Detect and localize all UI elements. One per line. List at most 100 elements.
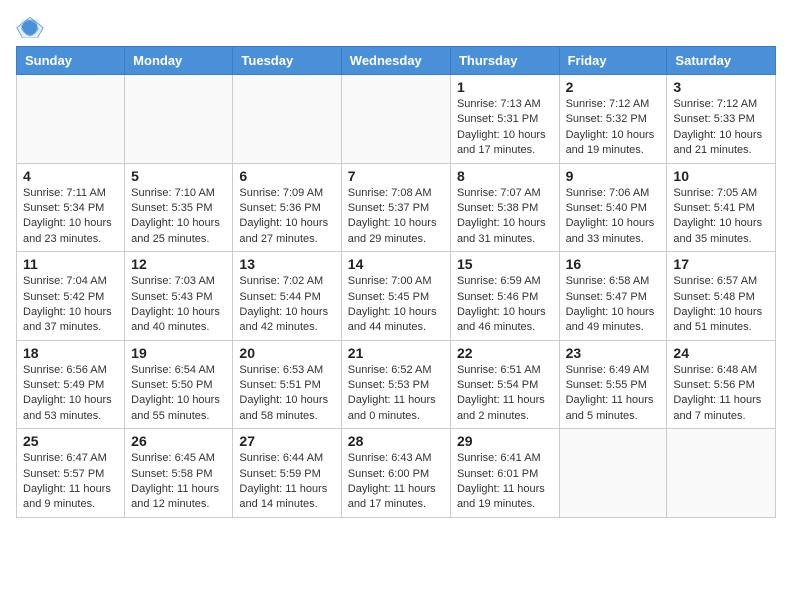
day-cell: 20 Sunrise: 6:53 AMSunset: 5:51 PMDayligh… <box>233 340 341 429</box>
day-number: 6 <box>239 168 334 184</box>
day-info: Sunrise: 7:11 AMSunset: 5:34 PMDaylight:… <box>23 186 118 248</box>
day-number: 15 <box>457 256 553 272</box>
day-number: 25 <box>23 433 118 449</box>
day-cell <box>341 75 450 164</box>
day-info: Sunrise: 6:45 AMSunset: 5:58 PMDaylight:… <box>131 451 226 513</box>
header-row: SundayMondayTuesdayWednesdayThursdayFrid… <box>17 47 776 75</box>
day-number: 10 <box>673 168 769 184</box>
logo-icon <box>16 16 44 38</box>
day-number: 22 <box>457 345 553 361</box>
day-number: 17 <box>673 256 769 272</box>
day-cell: 28Sunrise: 6:43 AMSunset: 6:00 PMDayligh… <box>341 429 450 518</box>
logo <box>16 16 48 38</box>
day-info: Sunrise: 7:00 AMSunset: 5:45 PMDaylight:… <box>348 274 444 336</box>
header-friday: Friday <box>559 47 667 75</box>
day-info: Sunrise: 6:51 AMSunset: 5:54 PMDaylight:… <box>457 363 553 425</box>
day-cell: 25 Sunrise: 6:47 AMSunset: 5:57 PMDayligh… <box>17 429 125 518</box>
day-cell: 18 Sunrise: 6:56 AMSunset: 5:49 PMDayligh… <box>17 340 125 429</box>
day-info: Sunrise: 6:44 AMSunset: 5:59 PMDaylight:… <box>239 451 334 513</box>
day-cell <box>17 75 125 164</box>
day-cell: 15 Sunrise: 6:59 AMSunset: 5:46 PMDayligh… <box>450 252 559 341</box>
day-cell: 12 Sunrise: 7:03 AMSunset: 5:43 PMDayligh… <box>125 252 233 341</box>
day-cell: 19 Sunrise: 6:54 AMSunset: 5:50 PMDayligh… <box>125 340 233 429</box>
day-number: 4 <box>23 168 118 184</box>
day-info: Sunrise: 6:41 AMSunset: 6:01 PMDaylight:… <box>457 451 553 513</box>
day-info: Sunrise: 7:13 AMSunset: 5:31 PMDaylight:… <box>457 97 553 159</box>
day-cell: 5 Sunrise: 7:10 AMSunset: 5:35 PMDaylight… <box>125 163 233 252</box>
day-cell: 26 Sunrise: 6:45 AMSunset: 5:58 PMDayligh… <box>125 429 233 518</box>
day-cell: 2 Sunrise: 7:12 AMSunset: 5:32 PMDaylight… <box>559 75 667 164</box>
day-number: 16 <box>566 256 661 272</box>
day-cell: 11Sunrise: 7:04 AMSunset: 5:42 PMDayligh… <box>17 252 125 341</box>
day-info: Sunrise: 6:54 AMSunset: 5:50 PMDaylight:… <box>131 363 226 425</box>
header-sunday: Sunday <box>17 47 125 75</box>
day-cell: 23Sunrise: 6:49 AMSunset: 5:55 PMDayligh… <box>559 340 667 429</box>
day-cell <box>233 75 341 164</box>
day-cell: 7 Sunrise: 7:08 AMSunset: 5:37 PMDaylight… <box>341 163 450 252</box>
day-cell: 4 Sunrise: 7:11 AMSunset: 5:34 PMDaylight… <box>17 163 125 252</box>
day-info: Sunrise: 6:47 AMSunset: 5:57 PMDaylight:… <box>23 451 118 513</box>
day-cell <box>667 429 776 518</box>
day-number: 28 <box>348 433 444 449</box>
day-number: 21 <box>348 345 444 361</box>
day-info: Sunrise: 7:06 AMSunset: 5:40 PMDaylight:… <box>566 186 661 248</box>
day-info: Sunrise: 6:53 AMSunset: 5:51 PMDaylight:… <box>239 363 334 425</box>
week-row-3: 18 Sunrise: 6:56 AMSunset: 5:49 PMDayligh… <box>17 340 776 429</box>
day-info: Sunrise: 6:57 AMSunset: 5:48 PMDaylight:… <box>673 274 769 336</box>
day-cell: 27Sunrise: 6:44 AMSunset: 5:59 PMDayligh… <box>233 429 341 518</box>
day-number: 11 <box>23 256 118 272</box>
day-number: 12 <box>131 256 226 272</box>
day-info: Sunrise: 6:48 AMSunset: 5:56 PMDaylight:… <box>673 363 769 425</box>
header-thursday: Thursday <box>450 47 559 75</box>
day-cell: 8 Sunrise: 7:07 AMSunset: 5:38 PMDaylight… <box>450 163 559 252</box>
day-info: Sunrise: 7:07 AMSunset: 5:38 PMDaylight:… <box>457 186 553 248</box>
day-number: 24 <box>673 345 769 361</box>
day-cell: 17 Sunrise: 6:57 AMSunset: 5:48 PMDayligh… <box>667 252 776 341</box>
day-cell: 13Sunrise: 7:02 AMSunset: 5:44 PMDayligh… <box>233 252 341 341</box>
day-number: 20 <box>239 345 334 361</box>
day-number: 1 <box>457 79 553 95</box>
day-cell: 21 Sunrise: 6:52 AMSunset: 5:53 PMDayligh… <box>341 340 450 429</box>
header-wednesday: Wednesday <box>341 47 450 75</box>
day-number: 26 <box>131 433 226 449</box>
day-cell: 16 Sunrise: 6:58 AMSunset: 5:47 PMDayligh… <box>559 252 667 341</box>
day-cell: 9 Sunrise: 7:06 AMSunset: 5:40 PMDaylight… <box>559 163 667 252</box>
week-row-2: 11Sunrise: 7:04 AMSunset: 5:42 PMDayligh… <box>17 252 776 341</box>
calendar-table: SundayMondayTuesdayWednesdayThursdayFrid… <box>16 46 776 518</box>
week-row-4: 25 Sunrise: 6:47 AMSunset: 5:57 PMDayligh… <box>17 429 776 518</box>
day-info: Sunrise: 6:52 AMSunset: 5:53 PMDaylight:… <box>348 363 444 425</box>
day-number: 9 <box>566 168 661 184</box>
day-info: Sunrise: 6:59 AMSunset: 5:46 PMDaylight:… <box>457 274 553 336</box>
day-cell: 6 Sunrise: 7:09 AMSunset: 5:36 PMDaylight… <box>233 163 341 252</box>
day-info: Sunrise: 7:08 AMSunset: 5:37 PMDaylight:… <box>348 186 444 248</box>
day-info: Sunrise: 6:49 AMSunset: 5:55 PMDaylight:… <box>566 363 661 425</box>
header-monday: Monday <box>125 47 233 75</box>
header-tuesday: Tuesday <box>233 47 341 75</box>
day-info: Sunrise: 6:58 AMSunset: 5:47 PMDaylight:… <box>566 274 661 336</box>
day-cell <box>559 429 667 518</box>
day-info: Sunrise: 6:56 AMSunset: 5:49 PMDaylight:… <box>23 363 118 425</box>
day-number: 7 <box>348 168 444 184</box>
header-saturday: Saturday <box>667 47 776 75</box>
day-info: Sunrise: 7:02 AMSunset: 5:44 PMDaylight:… <box>239 274 334 336</box>
day-info: Sunrise: 7:05 AMSunset: 5:41 PMDaylight:… <box>673 186 769 248</box>
day-cell: 24 Sunrise: 6:48 AMSunset: 5:56 PMDayligh… <box>667 340 776 429</box>
day-number: 14 <box>348 256 444 272</box>
day-number: 19 <box>131 345 226 361</box>
day-cell: 14 Sunrise: 7:00 AMSunset: 5:45 PMDayligh… <box>341 252 450 341</box>
day-cell: 10 Sunrise: 7:05 AMSunset: 5:41 PMDayligh… <box>667 163 776 252</box>
day-info: Sunrise: 7:03 AMSunset: 5:43 PMDaylight:… <box>131 274 226 336</box>
day-number: 5 <box>131 168 226 184</box>
header-area <box>16 16 776 38</box>
day-cell: 1 Sunrise: 7:13 AMSunset: 5:31 PMDaylight… <box>450 75 559 164</box>
day-cell <box>125 75 233 164</box>
day-info: Sunrise: 7:10 AMSunset: 5:35 PMDaylight:… <box>131 186 226 248</box>
day-number: 8 <box>457 168 553 184</box>
day-cell: 22 Sunrise: 6:51 AMSunset: 5:54 PMDayligh… <box>450 340 559 429</box>
day-info: Sunrise: 7:12 AMSunset: 5:32 PMDaylight:… <box>566 97 661 159</box>
day-number: 18 <box>23 345 118 361</box>
day-number: 2 <box>566 79 661 95</box>
week-row-1: 4 Sunrise: 7:11 AMSunset: 5:34 PMDaylight… <box>17 163 776 252</box>
day-info: Sunrise: 7:09 AMSunset: 5:36 PMDaylight:… <box>239 186 334 248</box>
day-number: 3 <box>673 79 769 95</box>
